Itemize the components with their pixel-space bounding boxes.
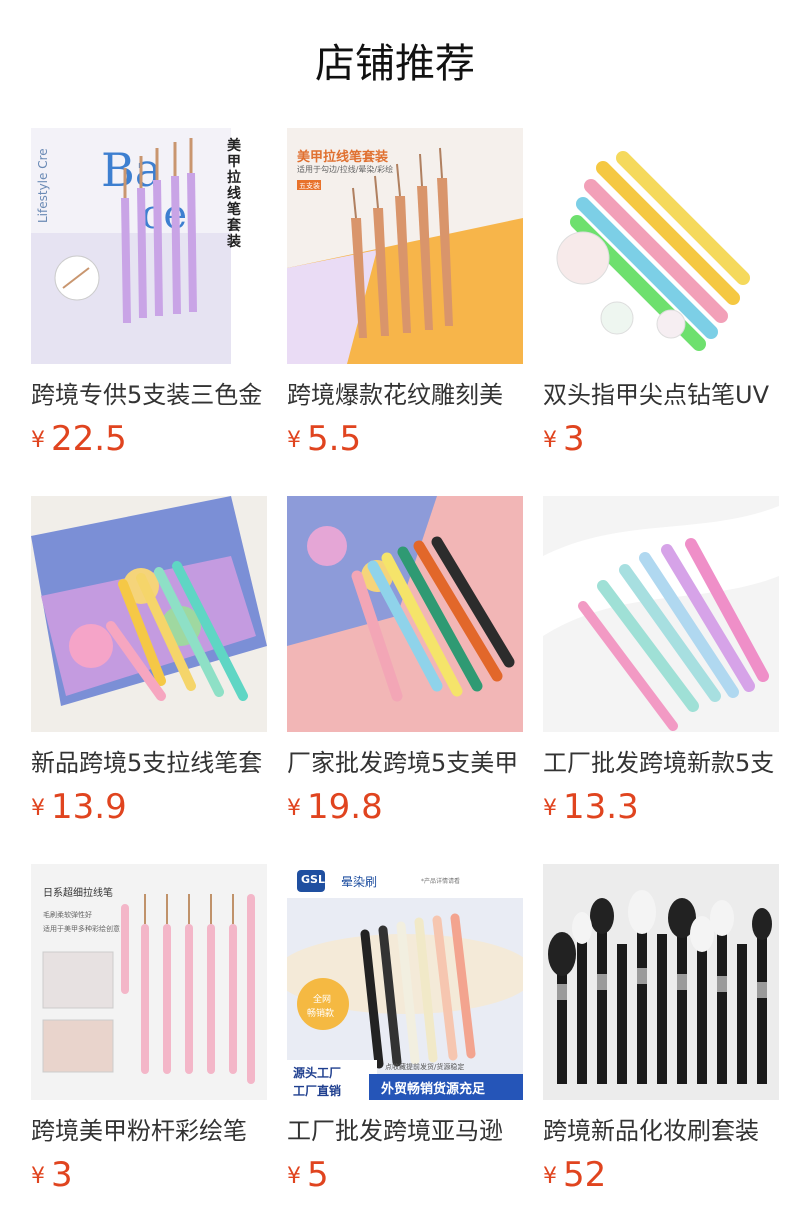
price-value: 22.5	[51, 419, 127, 459]
currency-symbol: ¥	[31, 428, 45, 453]
image-line1: 毛刷柔软弹性好	[43, 911, 92, 919]
svg-text:Lifestyle Cre: Lifestyle Cre	[36, 148, 50, 223]
product-card[interactable]: GSL 晕染刷 *产品详情请看 全网 畅销款 源头工厂 工厂直销 点收藏提前发货…	[287, 864, 523, 1198]
image-title: 日系超细拉线笔	[43, 888, 113, 899]
image-line2: 适用于美甲多种彩绘创意	[43, 925, 120, 933]
product-image[interactable]: GSL 晕染刷 *产品详情请看 全网 畅销款 源头工厂 工厂直销 点收藏提前发货…	[287, 864, 523, 1100]
product-name[interactable]: 双头指甲尖点钻笔UV	[543, 378, 779, 412]
product-card[interactable]: 跨境新品化妆刷套装 ¥52	[543, 864, 779, 1198]
page-title: 店铺推荐	[315, 41, 475, 87]
image-vertical-title: 美甲拉线笔套装	[227, 138, 241, 250]
product-card[interactable]: Ba ce Lifestyle Cre 美甲拉线笔套装 跨境专供5支装三色金 ¥	[31, 128, 267, 462]
product-card[interactable]: 新品跨境5支拉线笔套 ¥13.9	[31, 496, 267, 830]
currency-symbol: ¥	[31, 796, 45, 821]
product-name[interactable]: 跨境美甲粉杆彩绘笔	[31, 1114, 267, 1148]
product-card[interactable]: 双头指甲尖点钻笔UV ¥3	[543, 128, 779, 462]
product-price: ¥52	[543, 1152, 779, 1198]
currency-symbol: ¥	[31, 1164, 45, 1189]
product-price: ¥5.5	[287, 416, 523, 462]
product-name[interactable]: 跨境专供5支装三色金	[31, 378, 267, 412]
currency-symbol: ¥	[287, 1164, 301, 1189]
product-price: ¥22.5	[31, 416, 267, 462]
price-value: 13.3	[563, 787, 639, 827]
product-name[interactable]: 工厂批发跨境新款5支	[543, 746, 779, 780]
product-price: ¥5	[287, 1152, 523, 1198]
svg-text:Ba: Ba	[101, 143, 162, 197]
product-card[interactable]: 日系超细拉线笔 毛刷柔软弹性好 适用于美甲多种彩绘创意 跨境美甲粉杆彩绘笔 ¥3	[31, 864, 267, 1198]
image-badge-line2: 畅销款	[307, 1009, 335, 1019]
image-strip-main: 外贸畅销货源充足	[381, 1082, 486, 1097]
product-card[interactable]: 工厂批发跨境新款5支 ¥13.3	[543, 496, 779, 830]
product-image[interactable]: 日系超细拉线笔 毛刷柔软弹性好 适用于美甲多种彩绘创意	[31, 864, 267, 1100]
product-name[interactable]: 厂家批发跨境5支美甲	[287, 746, 523, 780]
currency-symbol: ¥	[543, 428, 557, 453]
product-name[interactable]: 工厂批发跨境亚马逊	[287, 1114, 523, 1148]
product-price: ¥3	[543, 416, 779, 462]
currency-symbol: ¥	[287, 796, 301, 821]
product-price: ¥19.8	[287, 784, 523, 830]
price-value: 5	[307, 1155, 329, 1195]
image-badge-line1: 全网	[313, 995, 332, 1005]
product-image[interactable]	[31, 496, 267, 732]
svg-text:ce: ce	[141, 192, 187, 238]
price-value: 3	[563, 419, 585, 459]
price-value: 3	[51, 1155, 73, 1195]
image-left-line2: 工厂直销	[293, 1084, 342, 1098]
product-name[interactable]: 跨境爆款花纹雕刻美	[287, 378, 523, 412]
price-value: 19.8	[307, 787, 383, 827]
image-title: 美甲拉线笔套装	[297, 150, 389, 165]
product-name[interactable]: 新品跨境5支拉线笔套	[31, 746, 267, 780]
image-logo: GSL	[301, 873, 325, 886]
product-image[interactable]: Ba ce Lifestyle Cre 美甲拉线笔套装	[31, 128, 267, 364]
product-name[interactable]: 跨境新品化妆刷套装	[543, 1114, 779, 1148]
product-image[interactable]: 美甲拉线笔套装 适用于勾边/拉线/晕染/彩绘 五支装	[287, 128, 523, 364]
product-image[interactable]	[543, 864, 779, 1100]
product-image[interactable]	[543, 128, 779, 364]
product-price: ¥13.3	[543, 784, 779, 830]
price-value: 52	[563, 1155, 607, 1195]
image-strip-note: 点收藏提前发货/货源稳定	[385, 1063, 465, 1071]
currency-symbol: ¥	[287, 428, 301, 453]
image-left-line1: 源头工厂	[293, 1066, 342, 1080]
image-subtitle: 适用于勾边/拉线/晕染/彩绘	[297, 165, 394, 174]
price-value: 5.5	[307, 419, 362, 459]
product-card[interactable]: 美甲拉线笔套装 适用于勾边/拉线/晕染/彩绘 五支装 跨境爆款花纹雕刻美 ¥5.…	[287, 128, 523, 462]
currency-symbol: ¥	[543, 1164, 557, 1189]
product-price: ¥3	[31, 1152, 267, 1198]
image-top-note: *产品详情请看	[421, 878, 461, 885]
image-badge: 五支装	[299, 182, 320, 190]
currency-symbol: ¥	[543, 796, 557, 821]
product-price: ¥13.9	[31, 784, 267, 830]
price-value: 13.9	[51, 787, 127, 827]
image-title: 晕染刷	[341, 875, 378, 889]
product-image[interactable]	[543, 496, 779, 732]
product-image[interactable]	[287, 496, 523, 732]
product-card[interactable]: 厂家批发跨境5支美甲 ¥19.8	[287, 496, 523, 830]
